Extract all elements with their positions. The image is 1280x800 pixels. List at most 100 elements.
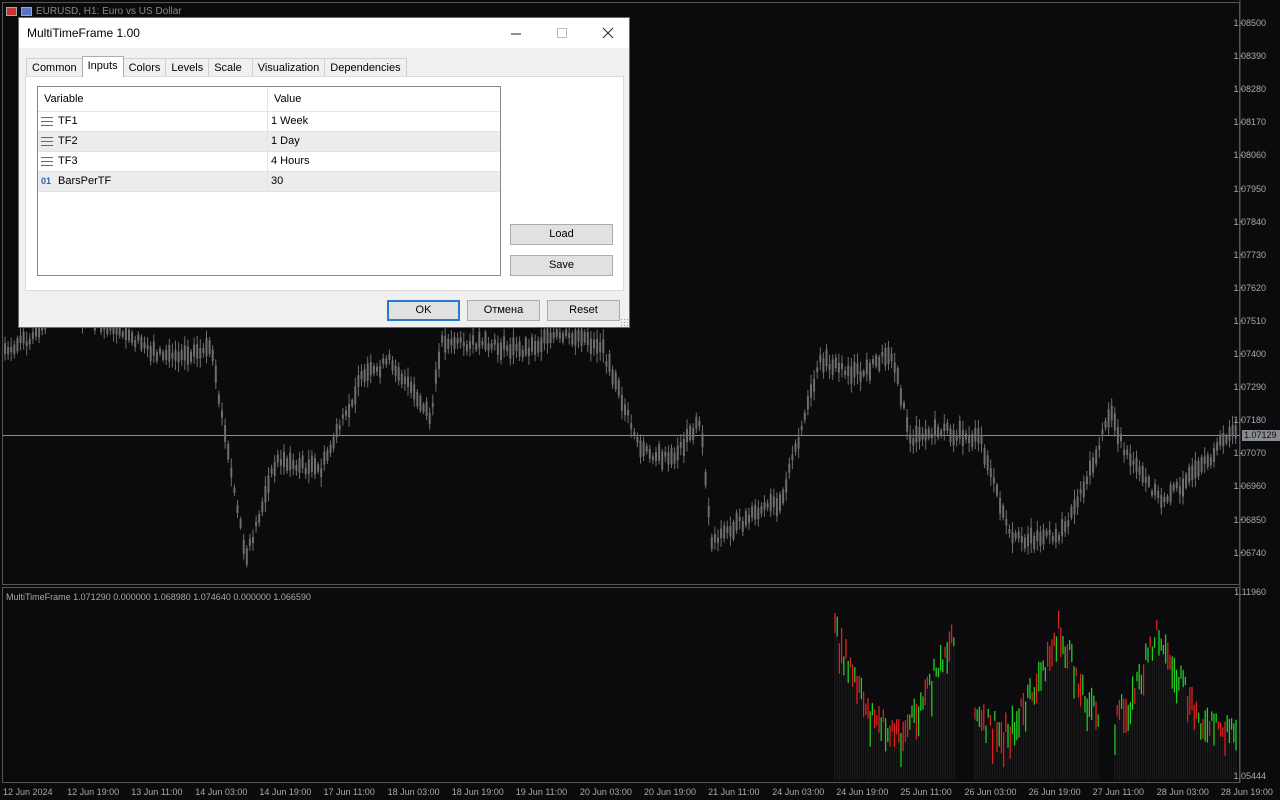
candle-body: [388, 354, 391, 360]
candle-body: [934, 419, 936, 437]
candle-body: [376, 366, 378, 372]
variable-value[interactable]: 4 Hours: [268, 152, 310, 171]
candle-body: [602, 339, 605, 354]
price-tick-label: 1.07730: [1233, 249, 1266, 260]
tab-visualization[interactable]: Visualization: [251, 58, 326, 76]
candle-body: [317, 464, 320, 472]
tab-levels[interactable]: Levels: [165, 58, 210, 76]
candle-body: [407, 376, 409, 387]
candle-body: [521, 349, 524, 358]
candle-body: [968, 435, 971, 443]
candle-body: [748, 514, 750, 523]
tab-dependencies[interactable]: Dependencies: [324, 58, 407, 76]
maximize-button[interactable]: [539, 18, 585, 48]
candle-body: [717, 537, 719, 543]
candle-body: [13, 344, 16, 355]
candle-body: [149, 346, 152, 361]
candle-body: [577, 330, 580, 342]
candle-body: [562, 332, 564, 342]
candle-body: [651, 456, 654, 461]
candle-body: [174, 349, 177, 361]
candle-body: [974, 428, 977, 442]
candle-body: [441, 335, 444, 343]
candle-body: [540, 337, 543, 353]
close-button[interactable]: [585, 18, 631, 48]
candle-body: [152, 341, 155, 356]
candle-body: [1169, 484, 1172, 503]
candle-body: [416, 391, 419, 407]
candle-body: [620, 394, 623, 411]
candle-body: [1002, 505, 1005, 518]
variable-value[interactable]: 1 Week: [268, 112, 308, 131]
load-button[interactable]: Load: [510, 224, 613, 245]
candle-body: [1042, 529, 1045, 545]
variable-value[interactable]: 1 Day: [268, 132, 300, 151]
candle-body: [16, 338, 19, 352]
candle-body: [1033, 535, 1036, 550]
candle-body: [363, 369, 366, 383]
candle-body: [1231, 425, 1234, 435]
input-row-tf1[interactable]: TF1 1 Week: [38, 112, 500, 132]
candle-body: [965, 433, 967, 440]
candle-body: [940, 430, 943, 436]
enum-icon: [41, 157, 53, 166]
chart-menu-icon[interactable]: [21, 7, 32, 16]
candle-body: [887, 347, 890, 364]
enum-icon: [41, 117, 53, 126]
candle-body: [1209, 457, 1212, 466]
candle-body: [484, 331, 487, 350]
candle-body: [996, 484, 998, 496]
candle-body: [531, 337, 533, 352]
tab-colors[interactable]: Colors: [122, 58, 167, 76]
candle-body: [676, 445, 679, 461]
candle-body: [679, 442, 682, 448]
candle-body: [1172, 484, 1175, 491]
input-row-barspertf[interactable]: 01 BarsPerTF 30: [38, 172, 500, 192]
candle-body: [478, 331, 481, 348]
candle-body: [583, 331, 586, 343]
candle-body: [927, 428, 930, 438]
candle-body: [1123, 449, 1126, 456]
column-header-value[interactable]: Value: [268, 87, 301, 111]
price-tick-label: 1.06740: [1233, 547, 1266, 558]
candle-body: [177, 351, 180, 363]
candle-body: [738, 516, 741, 521]
candle-body: [131, 332, 134, 344]
resize-grip-icon[interactable]: [620, 318, 628, 326]
time-tick-label: 28 Jun 19:00: [1220, 787, 1273, 797]
variable-value[interactable]: 30: [268, 172, 283, 191]
save-button[interactable]: Save: [510, 255, 613, 276]
input-row-tf3[interactable]: TF3 4 Hours: [38, 152, 500, 172]
candle-body: [1234, 424, 1237, 439]
candle-body: [580, 329, 583, 346]
tab-scale[interactable]: Scale: [208, 58, 253, 76]
candle-body: [419, 395, 422, 411]
candle-body: [261, 501, 264, 513]
candle-body: [1219, 434, 1222, 446]
candle-body: [611, 369, 614, 385]
candle-body: [844, 370, 847, 375]
input-row-tf2[interactable]: TF2 1 Day: [38, 132, 500, 152]
candle-body: [707, 506, 710, 518]
candle-body: [1200, 457, 1203, 472]
tab-common[interactable]: Common: [26, 58, 83, 76]
tab-inputs[interactable]: Inputs: [81, 56, 124, 77]
candle-body: [658, 444, 661, 461]
price-tick-label: 1.07400: [1233, 349, 1266, 359]
cancel-button[interactable]: Отмена: [467, 300, 540, 321]
reset-button[interactable]: Reset: [547, 300, 620, 321]
minimize-icon: [510, 33, 521, 34]
dialog-titlebar[interactable]: MultiTimeFrame 1.00: [19, 18, 629, 48]
time-tick-label: 13 Jun 11:00: [131, 787, 183, 797]
column-header-variable[interactable]: Variable: [38, 87, 268, 111]
candle-body: [385, 358, 388, 365]
time-tick-label: 18 Jun 03:00: [387, 787, 440, 797]
one-click-trading-icon[interactable]: [6, 7, 17, 16]
candle-body: [283, 452, 285, 468]
ok-button[interactable]: OK: [387, 300, 460, 321]
candle-body: [872, 359, 874, 365]
time-tick-label: 14 Jun 03:00: [195, 787, 248, 797]
candle-body: [410, 381, 413, 393]
minimize-button[interactable]: [493, 18, 539, 48]
candle-body: [186, 346, 189, 365]
